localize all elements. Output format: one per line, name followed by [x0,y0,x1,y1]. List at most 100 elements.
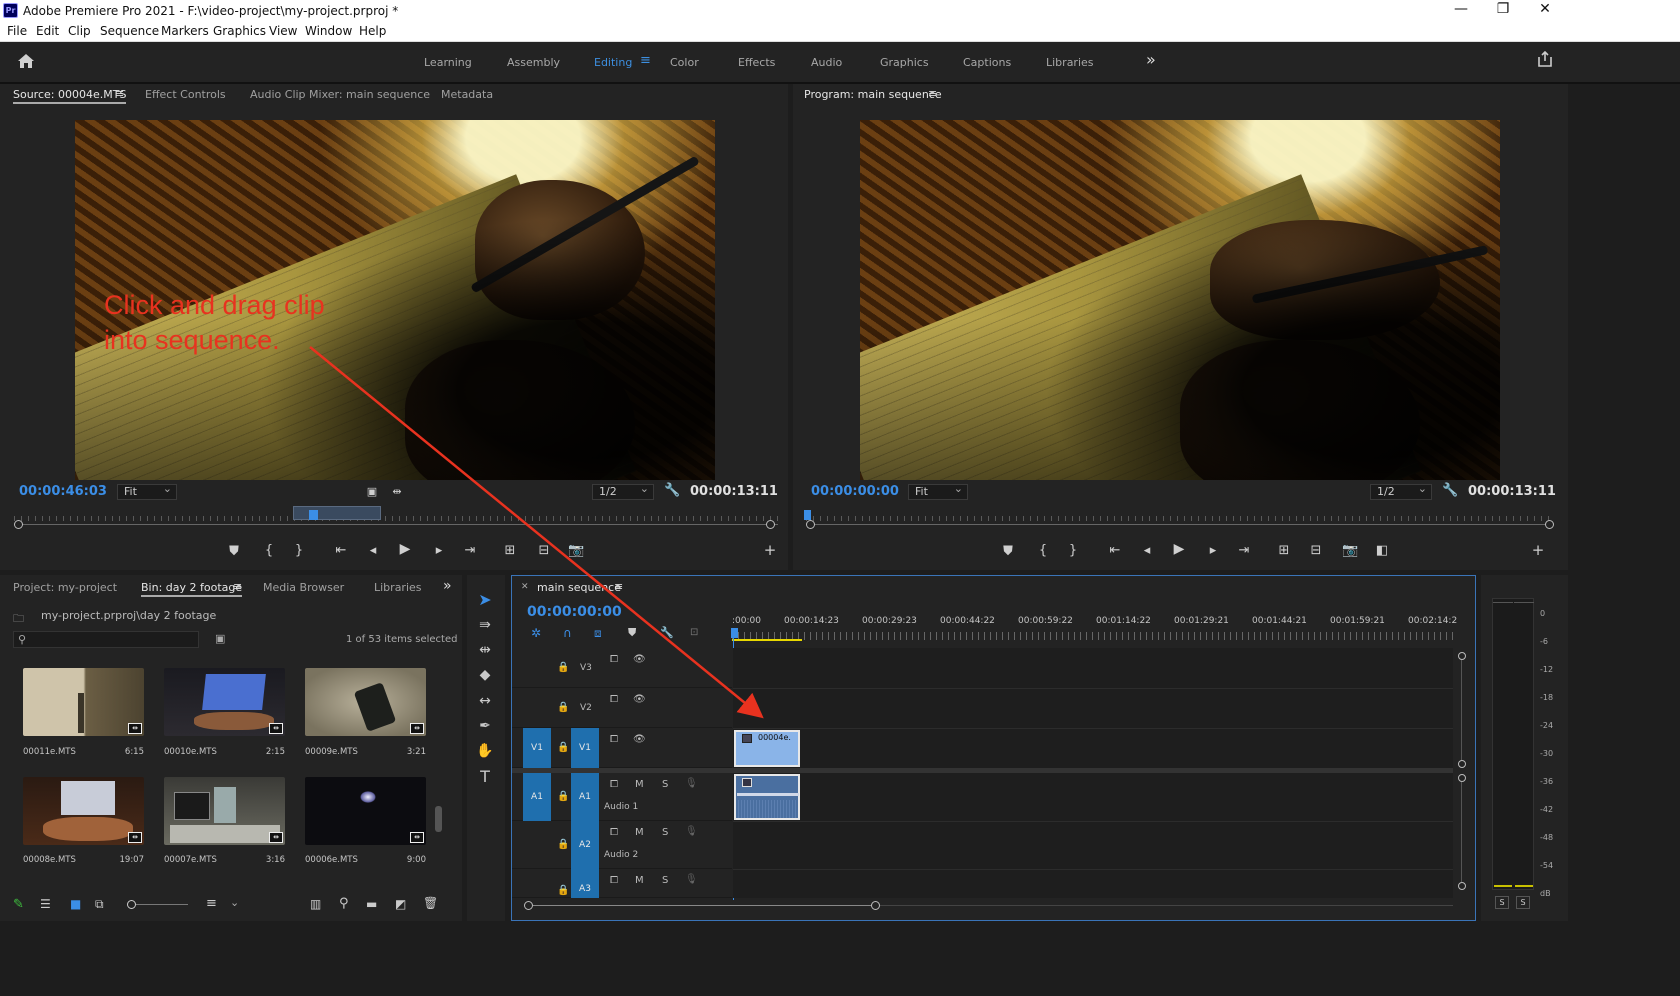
sync-lock-icon[interactable]: ⧠ [610,654,618,665]
h-scroll-handle-right[interactable] [871,901,880,910]
list-view-icon[interactable]: ☰ [40,897,51,911]
audio-clip[interactable] [734,774,800,820]
v-scroll-handle-top[interactable] [1458,652,1466,660]
tab-metadata[interactable]: Metadata [441,88,493,101]
track-target-a2[interactable]: A2 [571,821,599,869]
ripple-edit-tool-icon[interactable]: ⇹ [473,640,497,660]
program-title[interactable]: Program: main sequence [804,88,942,101]
workspace-menu-icon[interactable]: ≡ [640,53,651,68]
h-scroll-handle-left[interactable] [524,901,533,910]
program-zoom-bar[interactable] [806,524,1552,525]
h-scrollbar-thumb[interactable] [533,905,871,906]
workspace-graphics[interactable]: Graphics [880,56,929,69]
insert-overlay-icon[interactable]: ▣ [364,485,380,498]
sort-dropdown-icon[interactable]: ⌄ [230,896,239,909]
razor-tool-icon[interactable]: ◆ [473,665,497,685]
project-scrollbar[interactable] [435,806,442,832]
pen-tool-icon[interactable]: ✒ [473,716,497,736]
source-overwrite-icon[interactable]: ⊟ [536,544,552,557]
source-button-editor-icon[interactable]: + [762,543,778,558]
icon-view-icon[interactable]: ■ [70,897,81,911]
track-target-v1[interactable]: V1 [571,728,599,768]
workspace-effects[interactable]: Effects [738,56,775,69]
mic-icon[interactable]: 🎙 [685,826,698,837]
timeline-timecode[interactable]: 00:00:00:00 [527,604,622,620]
timeline-settings-icon[interactable]: 🔧 [660,626,674,639]
new-search-bin-icon[interactable]: ▣ [215,632,225,645]
track-header-v1[interactable]: V1 🔒 V1 ⧠ 👁 [512,728,732,768]
source-zoom-handle-left[interactable] [14,520,23,529]
close-button[interactable]: ✕ [1530,1,1560,17]
tab-libraries[interactable]: Libraries [374,581,422,594]
lock-icon[interactable]: 🔒 [557,791,569,802]
track-target-a3[interactable]: A3 [571,869,599,898]
clip-thumbnail[interactable]: ⇹ [164,777,285,845]
lock-icon[interactable]: 🔒 [557,702,569,713]
clip-thumbnail[interactable]: ⇹ [305,668,426,736]
source-insert-icon[interactable]: ⊞ [502,544,518,557]
freeform-view-icon[interactable]: ⧉ [95,897,104,912]
menu-clip[interactable]: Clip [68,24,91,38]
tab-effect-controls[interactable]: Effect Controls [145,88,226,101]
tab-source[interactable]: Source: 00004e.MTS [13,88,127,104]
sequence-menu-icon[interactable]: ≡ [614,580,623,593]
hand-tool-icon[interactable]: ✋ [473,741,497,761]
program-mark-out-icon[interactable]: } [1065,544,1081,557]
program-play-icon[interactable]: ▶ [1171,542,1187,556]
tab-audio-clip-mixer[interactable]: Audio Clip Mixer: main sequence [250,88,430,101]
linked-selection-icon[interactable]: ⧈ [594,626,602,641]
source-timecode[interactable]: 00:00:46:03 [19,484,107,499]
thumb-size-slider-handle[interactable] [127,900,136,909]
audio-v-scrollbar[interactable] [1461,782,1462,882]
program-comparison-view-icon[interactable]: ◧ [1374,544,1390,557]
clip-thumbnail[interactable]: ⇹ [23,777,144,845]
sync-lock-icon[interactable]: ⧠ [610,694,618,705]
mute-button[interactable]: M [635,827,644,838]
workspace-libraries[interactable]: Libraries [1046,56,1094,69]
clip-thumbnail[interactable]: ⇹ [305,777,426,845]
project-overflow-icon[interactable]: » [443,578,452,594]
bin-tab-menu-icon[interactable]: ≡ [233,580,242,593]
track-header-a2[interactable]: 🔒 A2 ⧠ M S 🎙 Audio 2 [512,821,732,869]
folder-up-icon[interactable]: 🗀 [13,610,24,629]
menu-file[interactable]: File [7,24,27,38]
source-zoom-bar[interactable] [14,524,778,525]
clip-thumbnail[interactable]: ⇹ [164,668,285,736]
program-go-to-out-icon[interactable]: ⇥ [1236,544,1252,557]
source-go-to-out-icon[interactable]: ⇥ [462,544,478,557]
program-lift-icon[interactable]: ⊞ [1276,544,1292,557]
program-button-editor-icon[interactable]: + [1530,543,1546,558]
workspace-overflow-button[interactable]: » [1146,50,1156,69]
project-search-input[interactable]: ⚲ [13,631,199,648]
sync-lock-icon[interactable]: ⧠ [610,827,618,838]
source-resolution-select[interactable]: 1/2 [592,482,654,500]
program-video-frame[interactable] [860,120,1500,480]
timeline-playhead-head[interactable] [731,628,738,638]
source-zoom-handle-right[interactable] [766,520,775,529]
eye-icon[interactable]: 👁 [633,654,646,665]
source-step-forward-icon[interactable]: ▸ [431,544,447,557]
track-header-a3[interactable]: 🔒 A3 ⧠ M S 🎙 [512,869,732,898]
program-timecode[interactable]: 00:00:00:00 [811,484,899,499]
source-play-icon[interactable]: ▶ [397,542,413,556]
source-mark-out-icon[interactable]: } [291,544,307,557]
slip-tool-icon[interactable]: ↔ [473,691,497,711]
add-marker-icon[interactable]: ⛊ [628,626,636,640]
source-tab-menu-icon[interactable]: ≡ [115,87,124,100]
captions-icon[interactable]: ⊡ [690,627,698,638]
thumb-size-slider[interactable] [136,904,188,905]
mic-icon[interactable]: 🎙 [685,874,698,885]
new-bin-icon[interactable]: ▬ [366,897,377,911]
sort-icon[interactable]: ≡ [206,896,217,911]
menu-help[interactable]: Help [359,24,386,38]
program-export-frame-icon[interactable]: 📷 [1342,544,1358,557]
type-tool-icon[interactable]: T [473,767,497,787]
track-header-v2[interactable]: 🔒 V2 ⧠ 👁 [512,688,732,728]
source-step-back-icon[interactable]: ◂ [365,544,381,557]
video-clip[interactable]: 00004e. [734,730,800,767]
tab-media-browser[interactable]: Media Browser [263,581,344,594]
program-step-back-icon[interactable]: ◂ [1139,544,1155,557]
v-scroll-handle-bottom[interactable] [1458,760,1466,768]
solo-button[interactable]: S [662,827,668,838]
eye-icon[interactable]: 👁 [633,694,646,705]
